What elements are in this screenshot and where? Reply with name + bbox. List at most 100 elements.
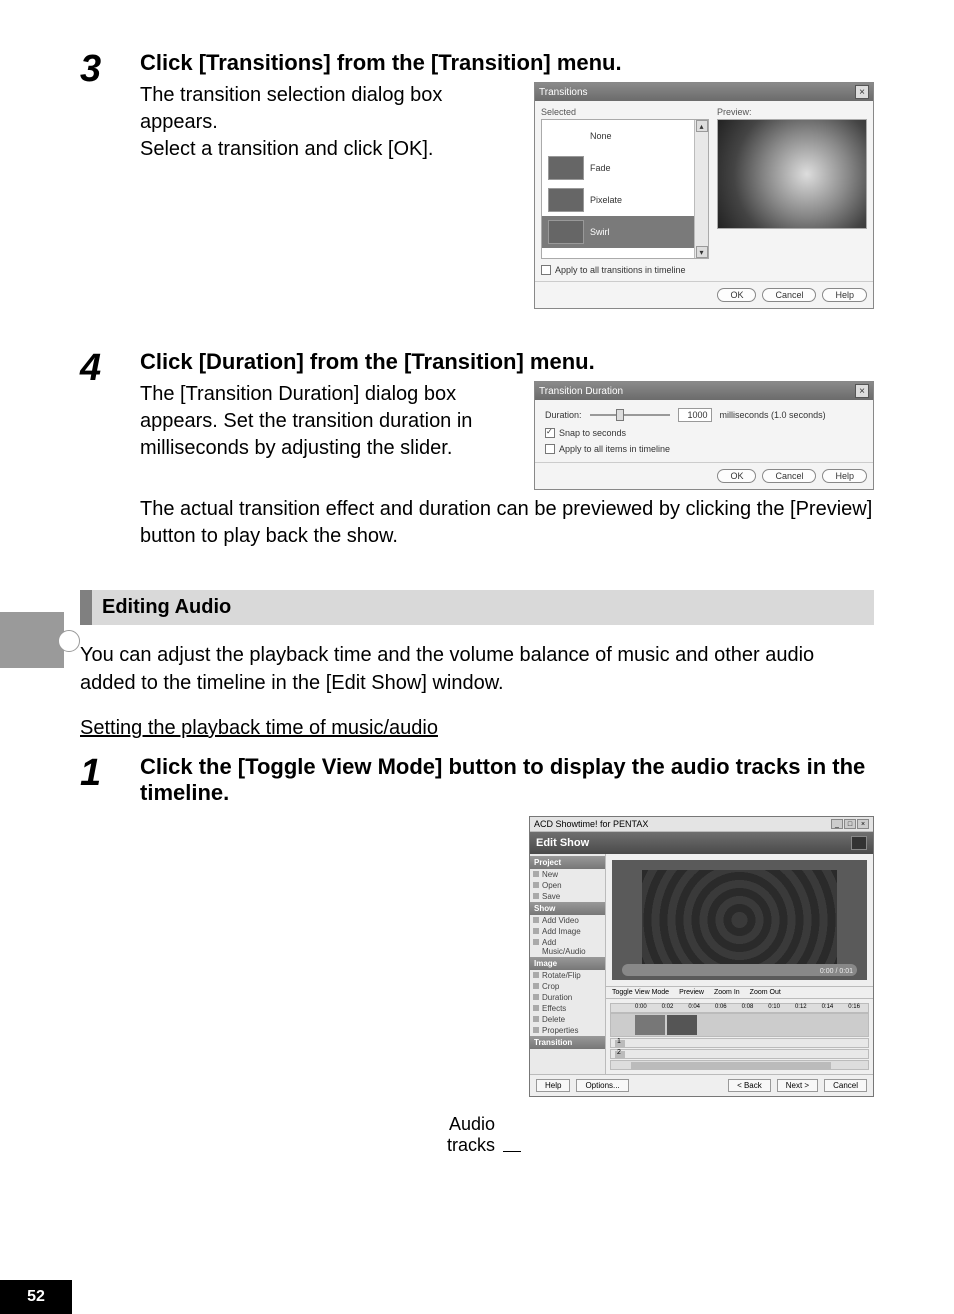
side-tab-decoration [0,612,64,668]
cancel-button[interactable]: Cancel [824,1079,867,1092]
help-button[interactable]: Help [822,469,867,483]
next-button[interactable]: Next > [777,1079,818,1092]
ok-button[interactable]: OK [717,288,756,302]
duration-value-input[interactable]: 1000 [678,408,712,422]
sidebar-item-save[interactable]: Save [530,891,605,902]
duration-slider[interactable] [590,410,670,420]
close-icon[interactable]: × [857,819,869,829]
sidebar-item-add-image[interactable]: Add Image [530,926,605,937]
section-heading: Editing Audio [80,590,874,625]
transition-thumb [548,188,584,212]
transition-label: Fade [590,163,611,173]
step-title: Click [Transitions] from the [Transition… [140,50,874,76]
transitions-dialog: Transitions × Selected [534,82,874,309]
minimize-icon[interactable]: _ [831,819,843,829]
slider-thumb[interactable] [616,409,624,421]
sidebar-section-project: Project [530,856,605,869]
header-icon[interactable] [851,836,867,850]
sidebar-item-add-video[interactable]: Add Video [530,915,605,926]
preview-button[interactable]: Preview [679,989,704,996]
sidebar-item-open[interactable]: Open [530,880,605,891]
step-text: The transition selection dialog box appe… [140,82,520,309]
window-footer: Help Options... < Back Next > Cancel [530,1074,873,1096]
sidebar-section-transition: Transition [530,1036,605,1049]
preview-label: Preview: [717,107,867,117]
audio-track-label: 1 [617,1038,621,1045]
callout-line [503,1151,521,1152]
dialog-titlebar: Transitions × [535,83,873,101]
close-icon[interactable]: × [855,384,869,398]
side-tab-dot [58,630,80,652]
page-number: 52 [0,1280,72,1314]
sidebar-item-rotate[interactable]: Rotate/Flip [530,970,605,981]
edit-show-header: Edit Show [530,832,873,854]
duration-dialog: Transition Duration × Duration: 1000 mil… [534,381,874,490]
transition-item-pixelate[interactable]: Pixelate [542,184,708,216]
selected-label: Selected [541,107,709,117]
edit-show-window: ACD Showtime! for PENTAX _ □ × Edit Show [529,816,874,1097]
toggle-view-mode-button[interactable]: Toggle View Mode [612,989,669,996]
window-titlebar: ACD Showtime! for PENTAX _ □ × [530,817,873,832]
transition-thumb [548,220,584,244]
sidebar-item-new[interactable]: New [530,869,605,880]
sidebar-item-effects[interactable]: Effects [530,1003,605,1014]
dialog-title: Transition Duration [539,386,623,397]
apply-all-label: Apply to all transitions in timeline [555,265,686,275]
transition-thumb [548,124,584,148]
edit-show-title: Edit Show [536,837,589,849]
scroll-up-icon[interactable]: ▴ [696,120,708,132]
help-button[interactable]: Help [822,288,867,302]
transition-preview [717,119,867,229]
cancel-button[interactable]: Cancel [762,469,816,483]
apply-all-label: Apply to all items in timeline [559,444,670,454]
step-number: 1 [80,754,140,1097]
timeline-scrollbar[interactable] [610,1060,869,1070]
ok-button[interactable]: OK [717,469,756,483]
snap-checkbox[interactable] [545,428,555,438]
back-button[interactable]: < Back [728,1079,771,1092]
sidebar-item-duration[interactable]: Duration [530,992,605,1003]
step-4: 4 Click [Duration] from the [Transition]… [80,349,874,550]
duration-label: Duration: [545,410,582,420]
options-button[interactable]: Options... [576,1079,628,1092]
transition-item-none[interactable]: None [542,120,708,152]
zoom-out-button[interactable]: Zoom Out [750,989,781,996]
transition-item-swirl[interactable]: Swirl [542,216,708,248]
sidebar-item-add-music[interactable]: Add Music/Audio [530,937,605,957]
audio-tracks-callout: Audio tracks [447,1114,495,1157]
timeline: 0:00 0:02 0:04 0:06 0:08 0:10 0:12 0:14 … [606,999,873,1074]
cancel-button[interactable]: Cancel [762,288,816,302]
sidebar-item-crop[interactable]: Crop [530,981,605,992]
step-title: Click the [Toggle View Mode] button to d… [140,754,874,806]
sidebar-item-delete[interactable]: Delete [530,1014,605,1025]
apply-all-checkbox[interactable] [541,265,551,275]
sidebar-item-properties[interactable]: Properties [530,1025,605,1036]
audio-track-2[interactable]: 2 [610,1049,869,1059]
step-text-b: The actual transition effect and duratio… [140,496,874,550]
sidebar-section-show: Show [530,902,605,915]
apply-all-checkbox[interactable] [545,444,555,454]
maximize-icon[interactable]: □ [844,819,856,829]
dialog-title: Transitions [539,87,588,98]
scroll-down-icon[interactable]: ▾ [696,246,708,258]
snap-label: Snap to seconds [559,428,626,438]
zoom-in-button[interactable]: Zoom In [714,989,740,996]
section-body: You can adjust the playback time and the… [80,641,874,697]
timeline-clip[interactable] [667,1015,697,1035]
transition-item-fade[interactable]: Fade [542,152,708,184]
duration-unit: milliseconds (1.0 seconds) [720,410,826,420]
dialog-titlebar: Transition Duration × [535,382,873,400]
scrollbar-thumb[interactable] [631,1062,831,1069]
transition-label: None [590,131,612,141]
help-button[interactable]: Help [536,1079,570,1092]
audio-track-1[interactable]: 1 [610,1038,869,1048]
step-1: 1 Click the [Toggle View Mode] button to… [80,754,874,1097]
close-icon[interactable]: × [855,85,869,99]
video-track[interactable] [610,1013,869,1037]
preview-area: 0:00 / 0:01 [612,860,867,980]
window-title: ACD Showtime! for PENTAX [534,819,648,829]
transition-label: Swirl [590,227,610,237]
transition-label: Pixelate [590,195,622,205]
scrollbar[interactable]: ▴ ▾ [694,120,708,258]
timeline-clip[interactable] [635,1015,665,1035]
